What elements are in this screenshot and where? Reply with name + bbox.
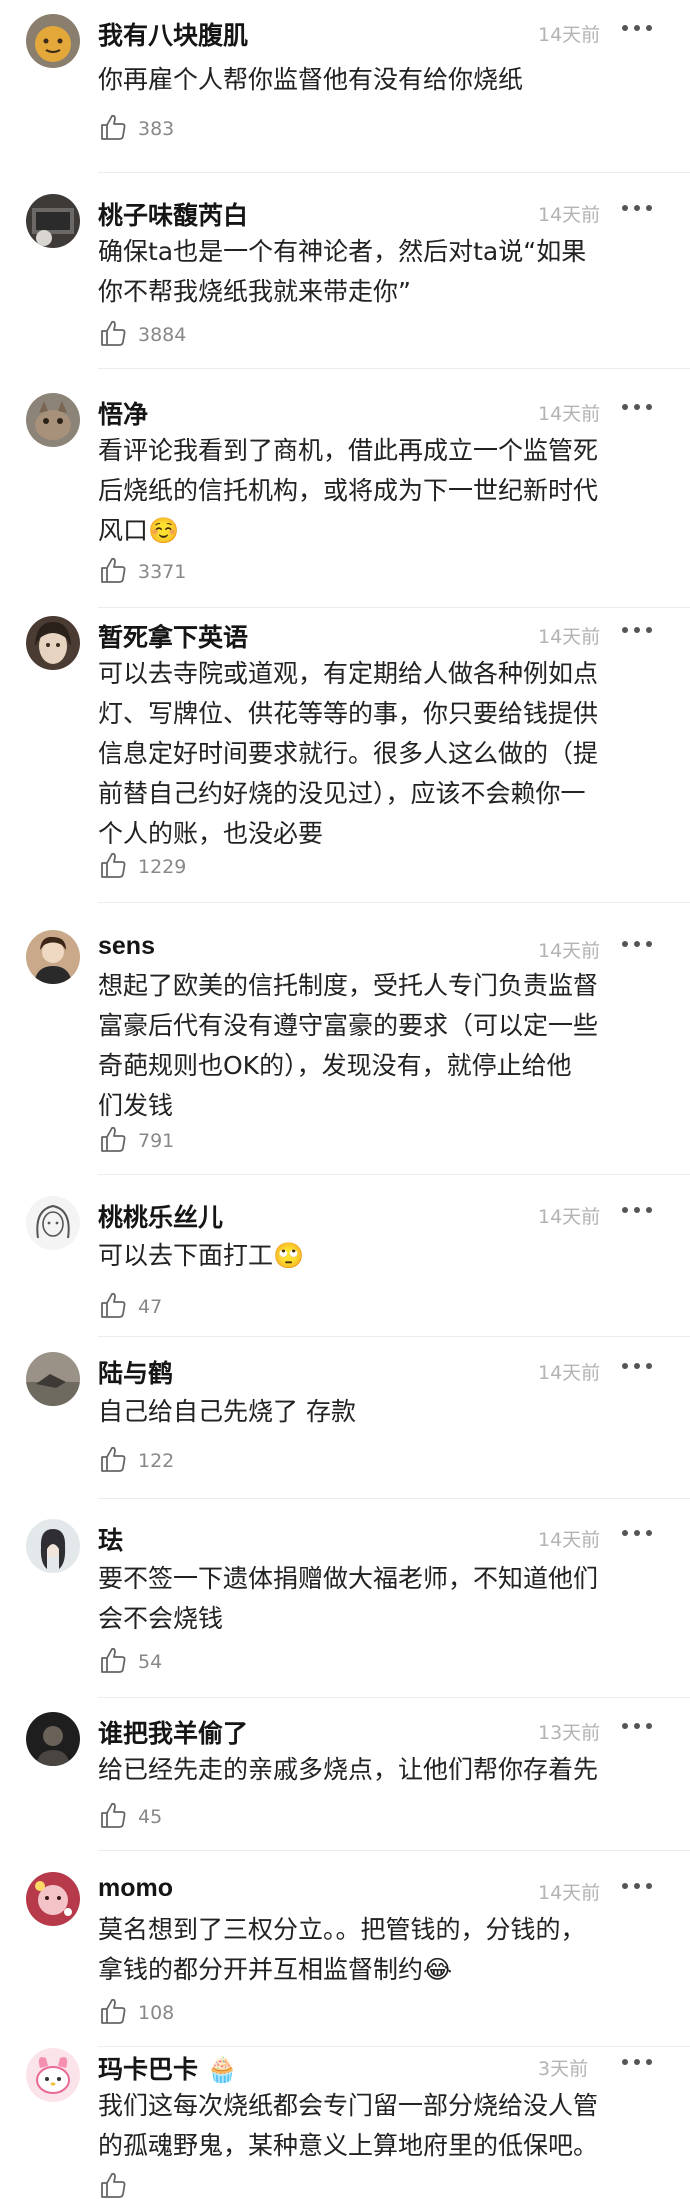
thumbs-up-icon (101, 1292, 126, 1318)
like-count: 122 (138, 1450, 175, 1472)
like-count: 3371 (138, 561, 187, 583)
comment-text: 要不签一下遗体捐赠做大福老师，不知道他们 会不会烧钱 (98, 1564, 599, 1633)
divider (98, 1697, 690, 1698)
comment-text: 确保ta也是一个有神论者，然后对ta说“如果 你不帮我烧纸我就来带走你” (98, 237, 587, 306)
more-dots-icon[interactable] (620, 624, 654, 636)
comment-text: 莫名想到了三权分立。。把管钱的，分钱的， 拿钱的都分开并互相监督制约😂 (98, 1915, 586, 1984)
thumbs-up-icon (101, 1802, 126, 1828)
thumbs-up-icon (101, 557, 126, 583)
username[interactable]: 陆与鹤 (98, 1354, 173, 1390)
timestamp: 3天前 (538, 2058, 589, 2080)
more-dots-icon[interactable] (620, 1880, 654, 1892)
divider (98, 1850, 690, 1851)
username[interactable]: 谁把我羊偷了 (98, 1714, 248, 1750)
avatar[interactable] (26, 194, 80, 248)
comment-text: 可以去下面打工🙄 (98, 1241, 305, 1270)
avatar[interactable] (26, 1352, 80, 1406)
username[interactable]: 桃桃乐丝儿 (98, 1198, 223, 1234)
more-dots-icon[interactable] (620, 1360, 654, 1372)
timestamp: 14天前 (538, 1206, 601, 1228)
more-dots-icon[interactable] (620, 1527, 654, 1539)
more-dots-icon[interactable] (620, 1720, 654, 1732)
divider (98, 607, 690, 608)
timestamp: 14天前 (538, 1362, 601, 1384)
like-count: 45 (138, 1806, 163, 1828)
thumbs-up-icon (101, 2172, 126, 2198)
comment-text: 可以去寺院或道观，有定期给人做各种例如点 灯、写牌位、供花等等的事，你只要给钱提… (98, 659, 599, 848)
more-dots-icon[interactable] (620, 2056, 654, 2068)
avatar[interactable] (26, 616, 80, 670)
divider (98, 1498, 690, 1499)
divider (98, 1174, 690, 1175)
thumbs-up-icon (101, 1446, 126, 1472)
avatar[interactable] (26, 1196, 80, 1250)
thumbs-up-icon (101, 320, 126, 346)
divider (98, 172, 690, 173)
timestamp: 14天前 (538, 204, 601, 226)
username[interactable]: momo (98, 1874, 173, 1903)
more-dots-icon[interactable] (620, 401, 654, 413)
thumbs-up-icon (101, 1126, 126, 1152)
comment-text: 自己给自己先烧了 存款 (98, 1397, 356, 1426)
avatar[interactable] (26, 1712, 80, 1766)
username[interactable]: 桃子味馥芮白 (98, 196, 248, 232)
avatar[interactable] (26, 1519, 80, 1573)
thumbs-up-icon (101, 114, 126, 140)
like-count: 1229 (138, 856, 187, 878)
like-count: 54 (138, 1651, 163, 1673)
divider (98, 2046, 690, 2047)
username[interactable]: 我有八块腹肌 (98, 16, 248, 52)
divider (98, 1336, 690, 1337)
comment-text: 给已经先走的亲戚多烧点，让他们帮你存着先 (98, 1755, 599, 1784)
username[interactable]: 暂死拿下英语 (98, 618, 248, 654)
more-dots-icon[interactable] (620, 1204, 654, 1216)
avatar[interactable] (26, 1872, 80, 1926)
like-count: 108 (138, 2002, 175, 2024)
timestamp: 14天前 (538, 940, 601, 962)
username[interactable]: sens (98, 932, 155, 961)
username[interactable]: 珐 (98, 1521, 123, 1557)
timestamp: 14天前 (538, 403, 601, 425)
comment-text: 我们这每次烧纸都会专门留一部分烧给没人管 的孤魂野鬼，某种意义上算地府里的低保吧… (98, 2091, 599, 2160)
comment-text: 想起了欧美的信托制度，受托人专门负责监督 富豪后代有没有遵守富豪的要求（可以定一… (98, 971, 599, 1120)
thumbs-up-icon (101, 852, 126, 878)
like-count: 3884 (138, 324, 187, 346)
divider (98, 368, 690, 369)
more-dots-icon[interactable] (620, 938, 654, 950)
avatar[interactable] (26, 930, 80, 984)
thumbs-up-icon (101, 1998, 126, 2024)
more-dots-icon[interactable] (620, 202, 654, 214)
username[interactable]: 玛卡巴卡 🧁 (98, 2050, 238, 2086)
avatar[interactable] (26, 14, 80, 68)
thumbs-up-icon (101, 1647, 126, 1673)
avatar[interactable] (26, 2048, 80, 2102)
like-count: 47 (138, 1296, 163, 1318)
timestamp: 14天前 (538, 24, 601, 46)
timestamp: 13天前 (538, 1722, 601, 1744)
more-dots-icon[interactable] (620, 22, 654, 34)
comment-text: 你再雇个人帮你监督他有没有给你烧纸 (98, 65, 524, 94)
timestamp: 14天前 (538, 1882, 601, 1904)
avatar[interactable] (26, 393, 80, 447)
username[interactable]: 悟净 (98, 395, 148, 431)
timestamp: 14天前 (538, 1529, 601, 1551)
like-count: 383 (138, 118, 175, 140)
like-count: 791 (138, 1130, 175, 1152)
divider (98, 902, 690, 903)
timestamp: 14天前 (538, 626, 601, 648)
comment-text: 看评论我看到了商机，借此再成立一个监管死 后烧纸的信托机构，或将成为下一世纪新时… (98, 436, 599, 545)
